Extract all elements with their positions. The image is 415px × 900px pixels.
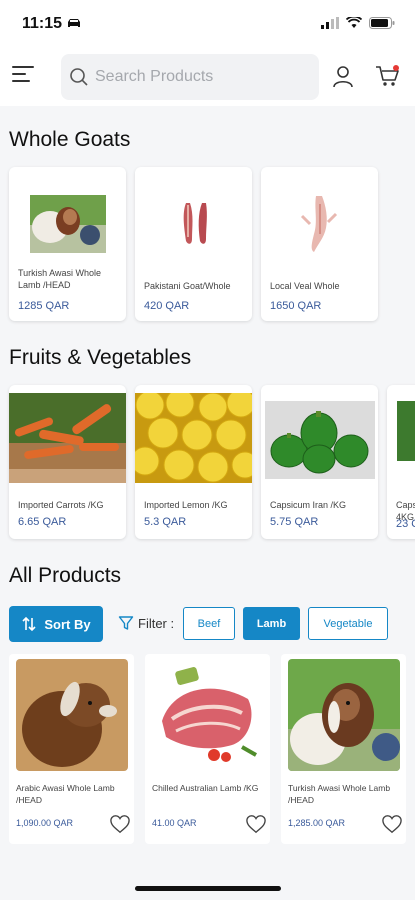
status-icons	[321, 17, 395, 29]
product-name: Turkish Awasi Whole Lamb /HEAD	[288, 783, 391, 805]
product-tile[interactable]: Chilled Australian Lamb /KG 41.00 QAR	[145, 654, 270, 844]
product-image	[261, 393, 378, 483]
product-price: 1285 QAR	[18, 300, 70, 312]
filter-icon	[118, 616, 134, 630]
favorite-heart-icon[interactable]	[381, 814, 403, 834]
product-price: 5.75 QAR	[270, 516, 319, 528]
product-card[interactable]: Imported Carrots /KG 6.65 QAR	[9, 385, 126, 539]
product-name: Chilled Australian Lamb /KG	[152, 783, 259, 793]
user-icon[interactable]	[331, 64, 355, 88]
product-name: Pakistani Goat/Whole	[144, 281, 231, 291]
product-price: 1650 QAR	[270, 300, 322, 312]
product-image	[16, 659, 128, 771]
product-name: Local Veal Whole	[270, 281, 340, 291]
home-indicator[interactable]	[135, 886, 281, 891]
search-bar[interactable]	[61, 54, 319, 100]
cart-badge	[393, 65, 399, 71]
section-title-all-products: All Products	[9, 564, 122, 587]
status-bar: 11:15	[0, 0, 415, 48]
product-image	[145, 179, 242, 269]
product-card[interactable]: Local Veal Whole 1650 QAR	[261, 167, 378, 321]
car-icon	[68, 19, 80, 27]
product-price: 1,285.00 QAR	[288, 818, 346, 828]
filter-text: Filter :	[138, 615, 175, 631]
search-icon	[70, 68, 88, 86]
product-image	[135, 393, 252, 483]
product-price: 23 Q	[396, 518, 415, 530]
product-price: 1,090.00 QAR	[16, 818, 74, 828]
cart-button[interactable]	[375, 64, 401, 88]
app-header	[0, 48, 415, 106]
search-input[interactable]	[95, 68, 315, 86]
favorite-heart-icon[interactable]	[245, 814, 267, 834]
filter-chip-lamb[interactable]: Lamb	[243, 607, 300, 640]
product-tile[interactable]: Turkish Awasi Whole Lamb /HEAD 1,285.00 …	[281, 654, 406, 844]
product-name: Capsicum Iran /KG	[270, 500, 347, 510]
product-price: 420 QAR	[144, 300, 190, 312]
sort-button[interactable]: Sort By	[9, 606, 103, 642]
product-image	[288, 659, 400, 771]
wifi-icon	[346, 17, 362, 28]
section-title-fruits-vegetables: Fruits & Vegetables	[9, 346, 192, 369]
status-time: 11:15	[22, 15, 63, 32]
product-price: 5.3 QAR	[144, 516, 187, 528]
filter-chip-beef[interactable]: Beef	[183, 607, 235, 640]
sort-icon	[22, 616, 36, 632]
product-image	[152, 659, 264, 771]
favorite-heart-icon[interactable]	[109, 814, 131, 834]
product-card[interactable]: Capsi 4KG 23 Q	[387, 385, 415, 539]
battery-icon	[369, 17, 395, 29]
product-name: Imported Lemon /KG	[144, 500, 228, 510]
product-image	[9, 393, 126, 483]
product-card[interactable]: Turkish Awasi Whole Lamb /HEAD 1285 QAR	[9, 167, 126, 321]
product-card[interactable]: Pakistani Goat/Whole 420 QAR	[135, 167, 252, 321]
product-name: Turkish Awasi Whole Lamb /HEAD	[18, 268, 102, 290]
product-image	[19, 179, 116, 269]
filter-label: Filter :	[118, 615, 174, 631]
product-tile[interactable]: Arabic Awasi Whole Lamb /HEAD 1,090.00 Q…	[9, 654, 134, 844]
menu-icon[interactable]	[12, 66, 34, 84]
product-name: Arabic Awasi Whole Lamb /HEAD	[16, 783, 115, 805]
product-price: 41.00 QAR	[152, 818, 197, 828]
signal-icon	[321, 17, 339, 29]
whole-goats-row[interactable]: Turkish Awasi Whole Lamb /HEAD 1285 QAR …	[9, 167, 378, 321]
fruits-vegetables-row[interactable]: Imported Carrots /KG 6.65 QAR Imported L…	[9, 385, 415, 539]
product-price: 6.65 QAR	[18, 516, 67, 528]
section-title-whole-goats: Whole Goats	[9, 128, 131, 151]
product-image	[271, 179, 368, 269]
filter-chip-vegetable[interactable]: Vegetable	[308, 607, 388, 640]
product-card[interactable]: Capsicum Iran /KG 5.75 QAR	[261, 385, 378, 539]
product-image	[387, 393, 415, 483]
product-name: Imported Carrots /KG	[18, 500, 104, 510]
sort-label: Sort By	[44, 616, 91, 632]
product-card[interactable]: Imported Lemon /KG 5.3 QAR	[135, 385, 252, 539]
